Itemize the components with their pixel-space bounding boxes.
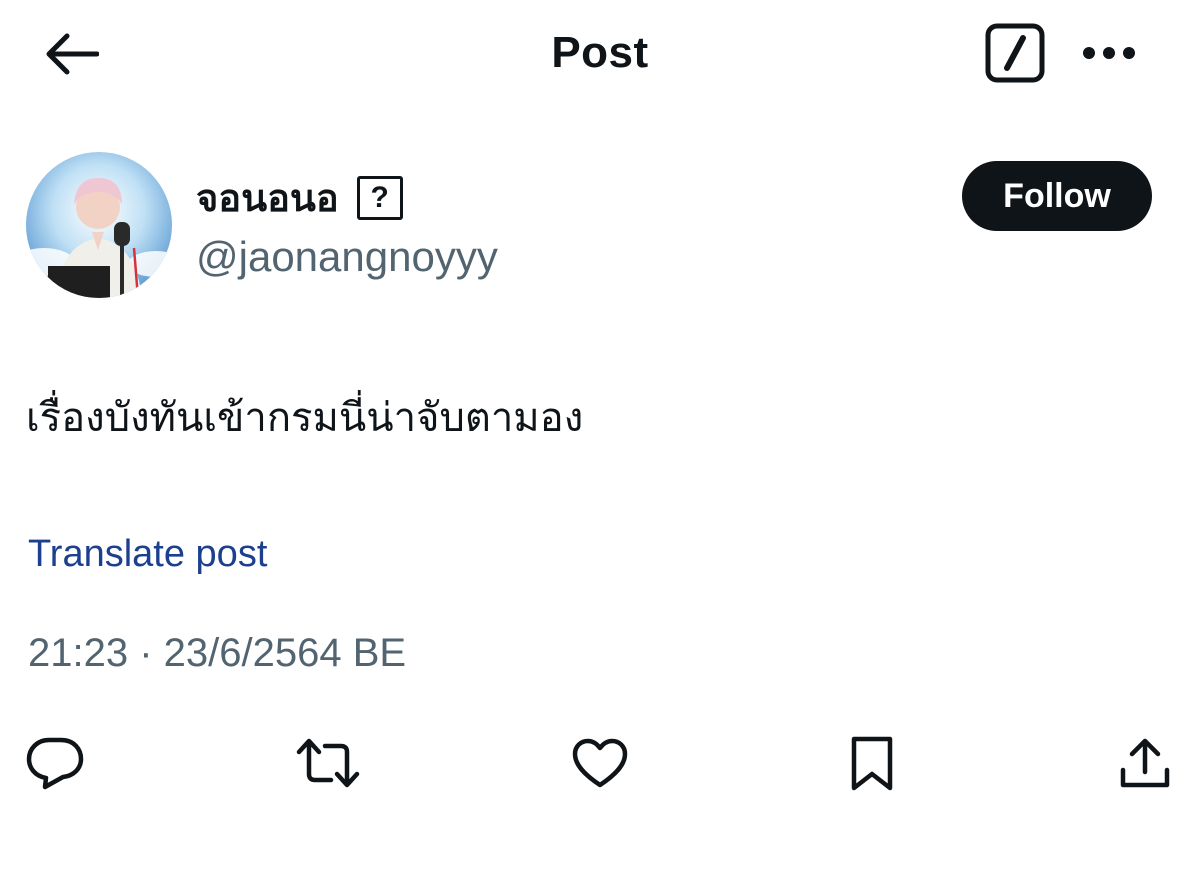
top-bar: Post — [0, 0, 1200, 110]
bookmark-icon — [851, 736, 893, 791]
more-options-button[interactable] — [1074, 22, 1144, 84]
repost-button[interactable] — [293, 728, 363, 798]
post-text: เรื่องบังทันเข้ากรมนี่น่าจับตามอง — [26, 395, 584, 441]
author-display-name[interactable]: จอนอนอ ? — [196, 172, 403, 224]
heart-icon — [572, 738, 628, 788]
repost-icon — [296, 738, 360, 788]
share-button[interactable] — [1110, 728, 1180, 798]
author-handle[interactable]: @jaonangnoyyy — [196, 230, 498, 284]
like-button[interactable] — [565, 728, 635, 798]
translate-post-link[interactable]: Translate post — [28, 528, 267, 580]
avatar-photo — [26, 152, 172, 298]
compose-button[interactable] — [982, 22, 1048, 84]
compose-icon — [985, 23, 1045, 83]
post-timestamp[interactable]: 21:23 · 23/6/2564 BE — [28, 626, 406, 680]
display-name-text: จอนอนอ — [196, 176, 339, 220]
reply-button[interactable] — [20, 728, 90, 798]
follow-button[interactable]: Follow — [962, 161, 1152, 231]
more-horizontal-icon — [1083, 47, 1135, 59]
reply-icon — [26, 737, 84, 790]
post-action-bar — [0, 722, 1200, 802]
bookmark-button[interactable] — [837, 728, 907, 798]
share-icon — [1120, 738, 1170, 788]
avatar[interactable] — [26, 152, 172, 298]
unknown-character-glyph: ? — [356, 176, 403, 220]
